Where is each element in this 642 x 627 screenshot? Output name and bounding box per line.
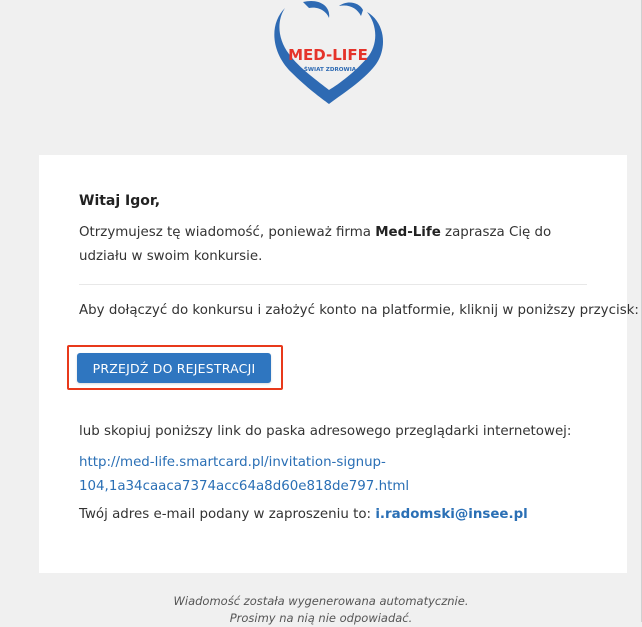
- footer-line-2: Prosimy na nią nie odpowiadać.: [229, 611, 413, 625]
- logo-tagline-text: ŚWIAT ZDROWIA: [304, 66, 357, 73]
- heart-logo-icon: MED-LIFE ŚWIAT ZDROWIA: [274, 0, 384, 104]
- copy-link-instruction: lub skopiuj poniższy link do paska adres…: [79, 424, 572, 439]
- signup-link[interactable]: http://med-life.smartcard.pl/invitation-…: [79, 451, 499, 499]
- intro-company: Med-Life: [375, 225, 441, 240]
- register-button[interactable]: PRZEJDŹ DO REJESTRACJI: [77, 353, 271, 383]
- signup-link-line2: 104,1a34caaca7374acc64a8d60e818de797.htm…: [79, 479, 410, 494]
- footer-line-1: Wiadomość została wygenerowana automatyc…: [173, 594, 469, 608]
- email-address-link[interactable]: i.radomski@insee.pl: [375, 507, 527, 522]
- greeting: Witaj Igor,: [79, 193, 161, 209]
- logo-brand-text: MED-LIFE: [288, 46, 368, 64]
- intro-prefix: Otrzymujesz tę wiadomość, ponieważ firma: [79, 225, 376, 240]
- registration-instruction: Aby dołączyć do konkursu i założyć konto…: [79, 303, 639, 318]
- email-card: Witaj Igor, Otrzymujesz tę wiadomość, po…: [39, 155, 639, 573]
- email-prefix: Twój adres e-mail podany w zaproszeniu t…: [79, 507, 376, 522]
- email-info: Twój adres e-mail podany w zaproszeniu t…: [79, 505, 619, 525]
- intro-text: Otrzymujesz tę wiadomość, ponieważ firma…: [79, 221, 589, 269]
- signup-link-line1: http://med-life.smartcard.pl/invitation-…: [79, 455, 386, 470]
- med-life-logo: MED-LIFE ŚWIAT ZDROWIA: [263, 0, 393, 112]
- divider: [79, 284, 587, 285]
